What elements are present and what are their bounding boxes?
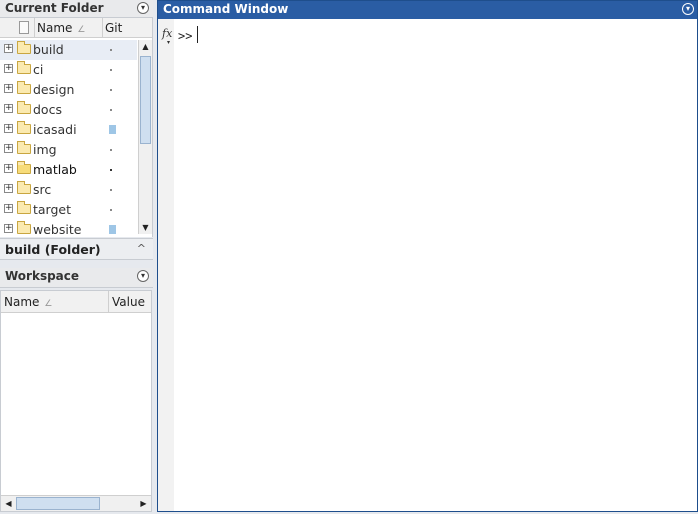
command-window-menu-icon[interactable]: ▾	[682, 3, 694, 15]
sort-icon: ∠	[44, 299, 53, 309]
git-status-icon	[110, 49, 112, 51]
git-status-icon	[109, 225, 116, 234]
expand-plus-icon[interactable]: +	[4, 204, 13, 213]
command-prompt: >>	[178, 29, 193, 43]
folder-column-header: Name ∠ Git	[0, 18, 152, 38]
folder-name: icasadi	[33, 122, 77, 137]
folder-icon	[17, 161, 31, 174]
git-status-icon	[110, 189, 112, 191]
expand-plus-icon[interactable]: +	[4, 104, 13, 113]
workspace-table: Name ∠ Value ◀ ▶	[0, 290, 152, 512]
folder-icon	[17, 81, 31, 94]
command-window-header: Command Window ▾	[158, 1, 697, 19]
workspace-header: Workspace ▾	[0, 268, 153, 288]
scroll-down-icon[interactable]: ▼	[139, 221, 152, 234]
folder-icon	[17, 201, 31, 214]
folder-name: ci	[33, 62, 44, 77]
name-column-header[interactable]: Name ∠	[34, 18, 102, 37]
scroll-thumb[interactable]	[16, 497, 100, 510]
command-gutter: fx ▾	[158, 19, 174, 511]
expand-plus-icon[interactable]: +	[4, 64, 13, 73]
folder-row-website[interactable]: + website	[0, 220, 137, 234]
expand-plus-icon[interactable]: +	[4, 164, 13, 173]
workspace-horizontal-scrollbar[interactable]: ◀ ▶	[1, 495, 151, 511]
folder-vertical-scrollbar[interactable]: ▲ ▼	[138, 40, 152, 234]
folder-row-design[interactable]: + design	[0, 80, 137, 100]
scroll-up-icon[interactable]: ▲	[139, 40, 152, 53]
workspace-menu-icon[interactable]: ▾	[137, 270, 149, 282]
workspace-title: Workspace	[5, 269, 80, 283]
folder-icon	[17, 221, 31, 234]
left-panels: Current Folder ▾ Name ∠ Git + build + ci + des…	[0, 0, 153, 514]
expand-plus-icon[interactable]: +	[4, 124, 13, 133]
git-status-icon	[110, 209, 112, 211]
folder-name: img	[33, 142, 57, 157]
folder-name: design	[33, 82, 75, 97]
folder-row-docs[interactable]: + docs	[0, 100, 137, 120]
git-status-icon	[109, 125, 116, 134]
folder-name: docs	[33, 102, 62, 117]
folder-row-target[interactable]: + target	[0, 200, 137, 220]
git-status-icon	[110, 169, 112, 171]
workspace-value-column[interactable]: Value	[108, 291, 145, 312]
folder-row-icasadi[interactable]: + icasadi	[0, 120, 137, 140]
git-column-header[interactable]: Git	[102, 18, 138, 37]
workspace-column-header: Name ∠ Value	[1, 291, 151, 313]
sort-icon: ∠	[77, 25, 86, 35]
folder-icon	[17, 41, 31, 54]
expand-plus-icon[interactable]: +	[4, 44, 13, 53]
chevron-down-icon[interactable]: ▾	[167, 39, 170, 46]
details-text: build (Folder)	[5, 242, 101, 257]
current-folder-header: Current Folder ▾	[0, 0, 153, 18]
workspace-name-label: Name	[4, 295, 40, 309]
git-status-icon	[110, 89, 112, 91]
folder-row-img[interactable]: + img	[0, 140, 137, 160]
git-status-icon	[110, 109, 112, 111]
folder-icon	[17, 121, 31, 134]
scroll-right-icon[interactable]: ▶	[137, 496, 150, 511]
folder-row-build[interactable]: + build	[0, 40, 137, 60]
expand-plus-icon[interactable]: +	[4, 144, 13, 153]
scroll-left-icon[interactable]: ◀	[2, 496, 15, 511]
chevron-up-icon[interactable]: ^	[137, 242, 146, 255]
git-status-icon	[110, 69, 112, 71]
folder-icon	[17, 181, 31, 194]
text-cursor	[197, 26, 198, 43]
folder-icon	[17, 141, 31, 154]
command-window-title: Command Window	[163, 2, 289, 16]
workspace-name-column[interactable]: Name ∠	[4, 295, 52, 309]
current-folder-browser: Name ∠ Git + build + ci + design + docs + icasadi +…	[0, 18, 153, 237]
folder-row-src[interactable]: + src	[0, 180, 137, 200]
folder-row-matlab[interactable]: + matlab	[0, 160, 137, 180]
current-folder-title: Current Folder	[5, 1, 104, 15]
folder-name: matlab	[33, 162, 77, 177]
folder-name: build	[33, 42, 64, 57]
scroll-thumb[interactable]	[140, 56, 151, 144]
folder-name: website	[33, 222, 82, 234]
details-bar[interactable]: build (Folder) ^	[0, 238, 153, 260]
name-column-label: Name	[37, 21, 73, 35]
folder-name: src	[33, 182, 52, 197]
folder-name: target	[33, 202, 72, 217]
git-status-icon	[110, 149, 112, 151]
expand-plus-icon[interactable]: +	[4, 84, 13, 93]
file-type-icon	[19, 21, 29, 34]
expand-plus-icon[interactable]: +	[4, 224, 13, 233]
command-window[interactable]: Command Window ▾ fx ▾ >>	[157, 0, 698, 512]
folder-list: + build + ci + design + docs + icasadi + img + matlab…	[0, 40, 137, 234]
folder-icon	[17, 101, 31, 114]
folder-icon	[17, 61, 31, 74]
expand-plus-icon[interactable]: +	[4, 184, 13, 193]
current-folder-menu-icon[interactable]: ▾	[137, 2, 149, 14]
folder-row-ci[interactable]: + ci	[0, 60, 137, 80]
